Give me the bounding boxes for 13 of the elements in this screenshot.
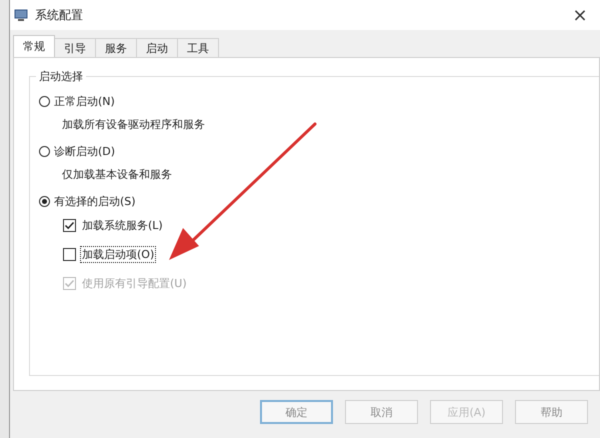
close-button[interactable]: × <box>560 0 600 30</box>
option-description: 加载所有设备驱动程序和服务 <box>62 117 206 132</box>
tab[interactable]: 引导 <box>54 38 96 57</box>
checkbox-option[interactable]: 加载系统服务(L) <box>63 217 165 234</box>
tab[interactable]: 工具 <box>177 38 219 57</box>
window-title: 系统配置 <box>35 6 83 24</box>
monitor-icon <box>14 8 28 22</box>
group-title: 启动选择 <box>36 69 86 84</box>
radio-option[interactable]: 有选择的启动(S) <box>39 194 136 209</box>
tab[interactable]: 常规 <box>13 35 55 57</box>
radio-option[interactable]: 诊断启动(D) <box>39 144 116 159</box>
option-description: 仅加载基本设备和服务 <box>62 167 173 182</box>
radio-option[interactable]: 正常启动(N) <box>39 94 115 109</box>
